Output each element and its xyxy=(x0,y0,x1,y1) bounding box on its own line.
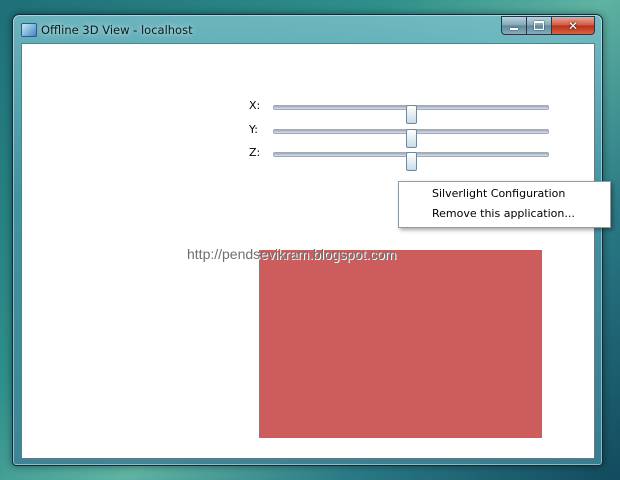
slider-x: X: xyxy=(249,98,549,124)
context-menu: Silverlight Configuration Remove this ap… xyxy=(398,181,611,228)
slider-z-label: Z: xyxy=(249,146,261,159)
minimize-icon xyxy=(510,27,518,30)
window-title: Offline 3D View - localhost xyxy=(41,23,193,37)
menu-item-silverlight-configuration[interactable]: Silverlight Configuration xyxy=(432,185,565,203)
title-bar[interactable]: Offline 3D View - localhost ✕ xyxy=(13,15,602,41)
app-window: Offline 3D View - localhost ✕ X: Y: Z: S… xyxy=(12,14,611,466)
slider-y-track[interactable] xyxy=(273,129,549,148)
minimize-button[interactable] xyxy=(501,16,527,35)
caption-buttons: ✕ xyxy=(501,16,595,35)
slider-z-track[interactable] xyxy=(273,152,549,171)
slider-y: Y: xyxy=(249,122,549,148)
menu-item-remove-application[interactable]: Remove this application... xyxy=(432,205,575,223)
slider-z-thumb[interactable] xyxy=(405,152,417,171)
close-button[interactable]: ✕ xyxy=(552,16,595,35)
slider-x-label: X: xyxy=(249,99,261,112)
slider-y-label: Y: xyxy=(249,123,258,136)
maximize-button[interactable] xyxy=(527,16,552,35)
maximize-icon xyxy=(534,21,544,30)
slider-x-track[interactable] xyxy=(273,105,549,124)
close-icon: ✕ xyxy=(567,18,579,33)
silverlight-app-icon xyxy=(21,23,37,37)
client-area: X: Y: Z: Silverlight Configuration Remov… xyxy=(21,43,611,459)
watermark-text: http://pendsevikram.blogspot.com xyxy=(187,246,397,262)
3d-plane xyxy=(259,250,542,438)
slider-z: Z: xyxy=(249,145,549,171)
